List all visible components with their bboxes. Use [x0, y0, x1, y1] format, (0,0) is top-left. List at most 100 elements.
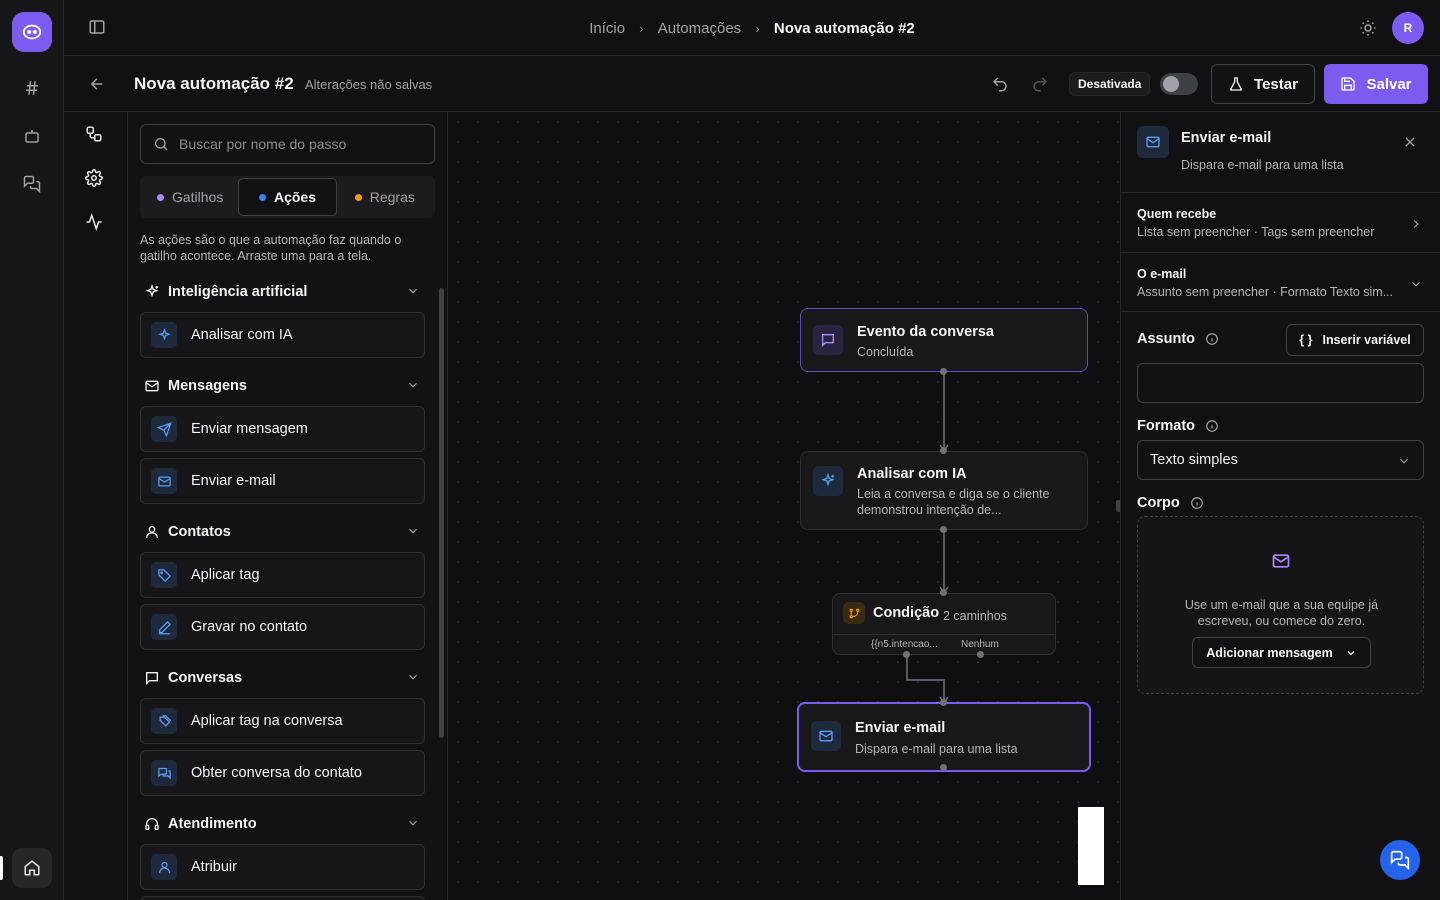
category-contatos[interactable]: Contatos [144, 520, 420, 544]
palette-description: As ações são o que a automação faz quand… [140, 233, 402, 263]
canvas-minimap[interactable] [1078, 807, 1104, 885]
step-search-input[interactable]: Buscar por nome do passo [140, 124, 435, 164]
close-icon[interactable] [1402, 134, 1418, 150]
category-label: Inteligência artificial [168, 284, 308, 300]
palette-item-obter-conversa[interactable]: Obter conversa do contato [140, 750, 425, 796]
chat-icon [813, 325, 843, 355]
save-button[interactable]: Salvar [1324, 64, 1428, 104]
category-label: Conversas [168, 670, 243, 686]
node-handle[interactable] [977, 651, 984, 658]
support-chat-button[interactable] [1380, 840, 1420, 880]
tab-regras[interactable]: Regras [337, 178, 433, 216]
info-icon[interactable] [1190, 496, 1204, 510]
palette-item-aplicar-tag[interactable]: Aplicar tag [140, 552, 425, 598]
bot-logo-icon [22, 24, 42, 40]
workflow-icon[interactable] [78, 118, 110, 150]
node-handle[interactable] [903, 651, 910, 658]
user-avatar[interactable]: R [1392, 12, 1424, 44]
gear-icon[interactable] [78, 162, 110, 194]
node-handle[interactable] [940, 368, 947, 375]
mail-icon [145, 380, 159, 392]
category-ia[interactable]: Inteligência artificial [144, 280, 420, 304]
undo-icon[interactable] [991, 75, 1009, 93]
node-handle[interactable] [940, 447, 947, 454]
node-subtitle: Dispara e-mail para uma lista [855, 742, 1018, 756]
tab-dot [156, 193, 164, 201]
hashtag-icon[interactable] [16, 72, 48, 104]
search-icon [155, 138, 168, 151]
app-logo[interactable] [12, 12, 52, 52]
section-summary: Assunto sem preencher · Formato Texto si… [1137, 285, 1394, 299]
section-summary: Lista sem preencher · Tags sem preencher [1137, 225, 1375, 239]
node-condicao[interactable]: Condição 2 caminhos {{n5.intencao... Nen… [832, 593, 1056, 655]
category-mensagens[interactable]: Mensagens [144, 374, 420, 398]
category-atendimento[interactable]: Atendimento [144, 812, 420, 836]
sun-icon[interactable] [1359, 19, 1377, 37]
tab-label: Regras [369, 189, 415, 205]
node-handle[interactable] [940, 764, 947, 771]
palette-item-next[interactable] [140, 896, 425, 900]
flow-canvas[interactable]: Evento da conversa Concluída Analisar co… [448, 112, 1120, 900]
activity-icon[interactable] [78, 206, 110, 238]
node-subtitle: Concluída [857, 345, 914, 359]
tab-dot [354, 193, 362, 201]
breadcrumb: Início › Automações › Nova automação #2 [64, 19, 1440, 37]
messages-icon[interactable] [16, 168, 48, 200]
status-badge: Desativada [1069, 72, 1151, 96]
add-message-label: Adicionar mensagem [1206, 645, 1333, 660]
save-icon [1341, 77, 1356, 91]
node-handle[interactable] [940, 526, 947, 533]
send-icon [151, 416, 177, 442]
node-evento-conversa[interactable]: Evento da conversa Concluída [800, 308, 1088, 372]
format-select[interactable]: Texto simples [1137, 440, 1424, 480]
palette-item-enviar-email[interactable]: Enviar e-mail [140, 458, 425, 504]
breadcrumb-automations[interactable]: Automações [658, 20, 741, 37]
category-conversas[interactable]: Conversas [144, 666, 420, 690]
palette-item-tag-conversa[interactable]: Aplicar tag na conversa [140, 698, 425, 744]
section-title: O e-mail [1137, 267, 1187, 281]
section-quem-recebe[interactable]: Quem recebe Lista sem preencher · Tags s… [1121, 192, 1440, 252]
branch-label[interactable]: Nenhum [961, 639, 999, 650]
info-icon[interactable] [1205, 419, 1219, 433]
automation-title[interactable]: Nova automação #2 [134, 74, 294, 94]
test-button[interactable]: Testar [1211, 64, 1315, 104]
headset-icon [145, 818, 159, 830]
home-icon [24, 860, 40, 876]
test-button-label: Testar [1254, 75, 1298, 93]
tab-gatilhos[interactable]: Gatilhos [142, 178, 238, 216]
branch-label[interactable]: {{n5.intencao... [871, 639, 938, 650]
breadcrumb-home[interactable]: Início [589, 20, 625, 37]
palette-item-gravar-contato[interactable]: Gravar no contato [140, 604, 425, 650]
info-icon[interactable] [1205, 332, 1219, 346]
insert-variable-button[interactable]: { } Inserir variável [1286, 324, 1424, 356]
step-inspector: Enviar e-mail Dispara e-mail para uma li… [1120, 112, 1440, 900]
back-arrow-icon[interactable] [88, 75, 106, 93]
redo-icon[interactable] [1031, 75, 1049, 93]
add-message-button[interactable]: Adicionar mensagem [1192, 637, 1371, 668]
home-button[interactable] [12, 848, 52, 888]
search-placeholder: Buscar por nome do passo [179, 136, 347, 152]
chevron-down-icon [1400, 458, 1408, 464]
body-label: Corpo [1137, 495, 1204, 511]
subject-input[interactable] [1137, 363, 1424, 403]
body-label-text: Corpo [1137, 495, 1180, 511]
category-label: Atendimento [168, 816, 257, 832]
pencil-icon [151, 614, 177, 640]
palette-item-atribuir[interactable]: Atribuir [140, 844, 425, 890]
palette-item-enviar-mensagem[interactable]: Enviar mensagem [140, 406, 425, 452]
bot-icon[interactable] [16, 120, 48, 152]
node-handle[interactable] [940, 589, 947, 596]
tab-acoes[interactable]: Ações [238, 178, 337, 216]
body-empty-state: Use um e-mail que a sua equipe já escrev… [1137, 516, 1424, 694]
palette-scrollbar[interactable] [439, 288, 444, 738]
flask-icon [1230, 77, 1243, 91]
chevron-down-icon [409, 820, 417, 826]
node-handle[interactable] [940, 699, 947, 706]
section-o-email[interactable]: O e-mail Assunto sem preencher · Formato… [1121, 252, 1440, 312]
steps-palette: Buscar por nome do passo Gatilhos Ações … [128, 112, 448, 900]
node-analisar-ia[interactable]: Analisar com IA Leia a conversa e diga s… [800, 451, 1088, 530]
active-toggle[interactable] [1160, 73, 1198, 95]
node-enviar-email[interactable]: Enviar e-mail Dispara e-mail para uma li… [797, 702, 1091, 772]
palette-item-analisar-ia[interactable]: Analisar com IA [140, 312, 425, 358]
node-title: Enviar e-mail [855, 720, 946, 736]
